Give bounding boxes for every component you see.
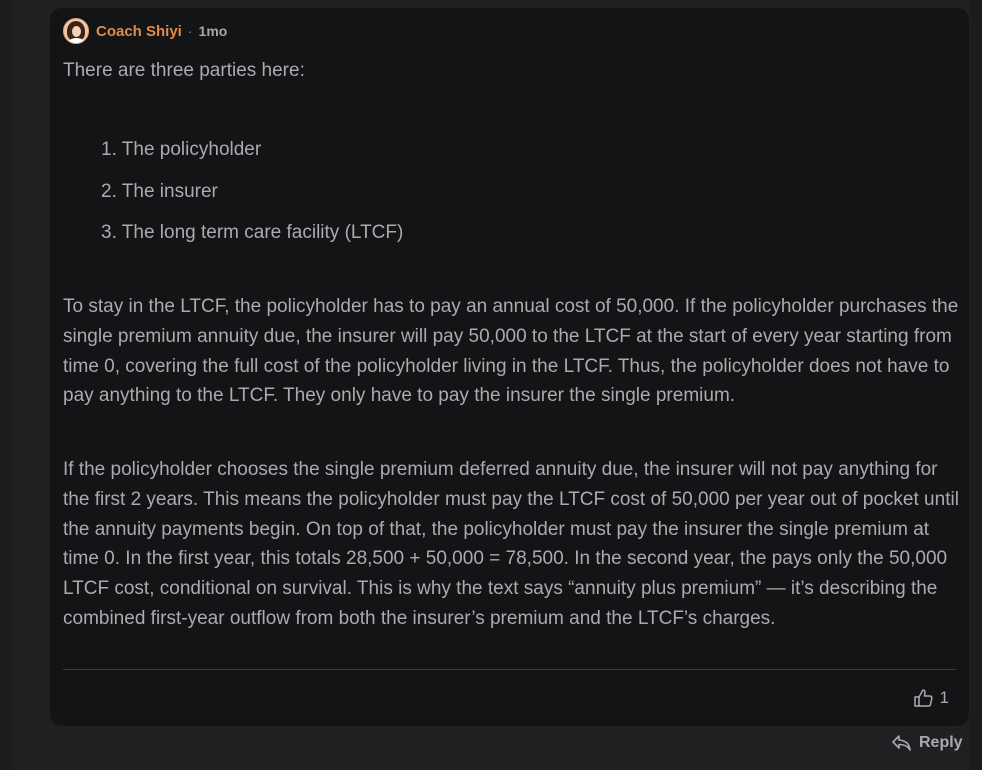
list-item: 3. The long term care facility (LTCF) xyxy=(101,222,404,243)
reply-arrow-icon xyxy=(892,735,911,751)
avatar[interactable] xyxy=(63,18,89,44)
reply-button[interactable]: Reply xyxy=(892,734,963,752)
separator-dot: · xyxy=(187,23,193,39)
comment-card: Coach Shiyi · 1mo There are three partie… xyxy=(50,8,969,726)
list-item: 1. The policyholder xyxy=(101,139,262,160)
like-button[interactable]: 1 xyxy=(913,688,949,708)
paragraph-deferred-annuity: If the policyholder chooses the single p… xyxy=(63,459,959,629)
parties-list: 1. The policyholder 2. The insurer 3. Th… xyxy=(101,136,403,261)
like-count: 1 xyxy=(939,688,949,707)
reply-label: Reply xyxy=(919,734,963,751)
paragraph-annuity-due: To stay in the LTCF, the policyholder ha… xyxy=(63,296,959,407)
comment-header: Coach Shiyi · 1mo xyxy=(63,18,227,44)
author-name[interactable]: Coach Shiyi xyxy=(96,23,182,40)
comment-thread: Coach Shiyi · 1mo There are three partie… xyxy=(12,0,970,770)
list-item: 2. The insurer xyxy=(101,180,218,202)
comment-body: There are three parties here: 1. The pol… xyxy=(63,56,963,629)
divider xyxy=(63,669,956,670)
intro-text: There are three parties here: xyxy=(63,60,305,81)
timestamp: 1mo xyxy=(198,23,228,39)
thumbs-up-icon xyxy=(913,689,933,707)
